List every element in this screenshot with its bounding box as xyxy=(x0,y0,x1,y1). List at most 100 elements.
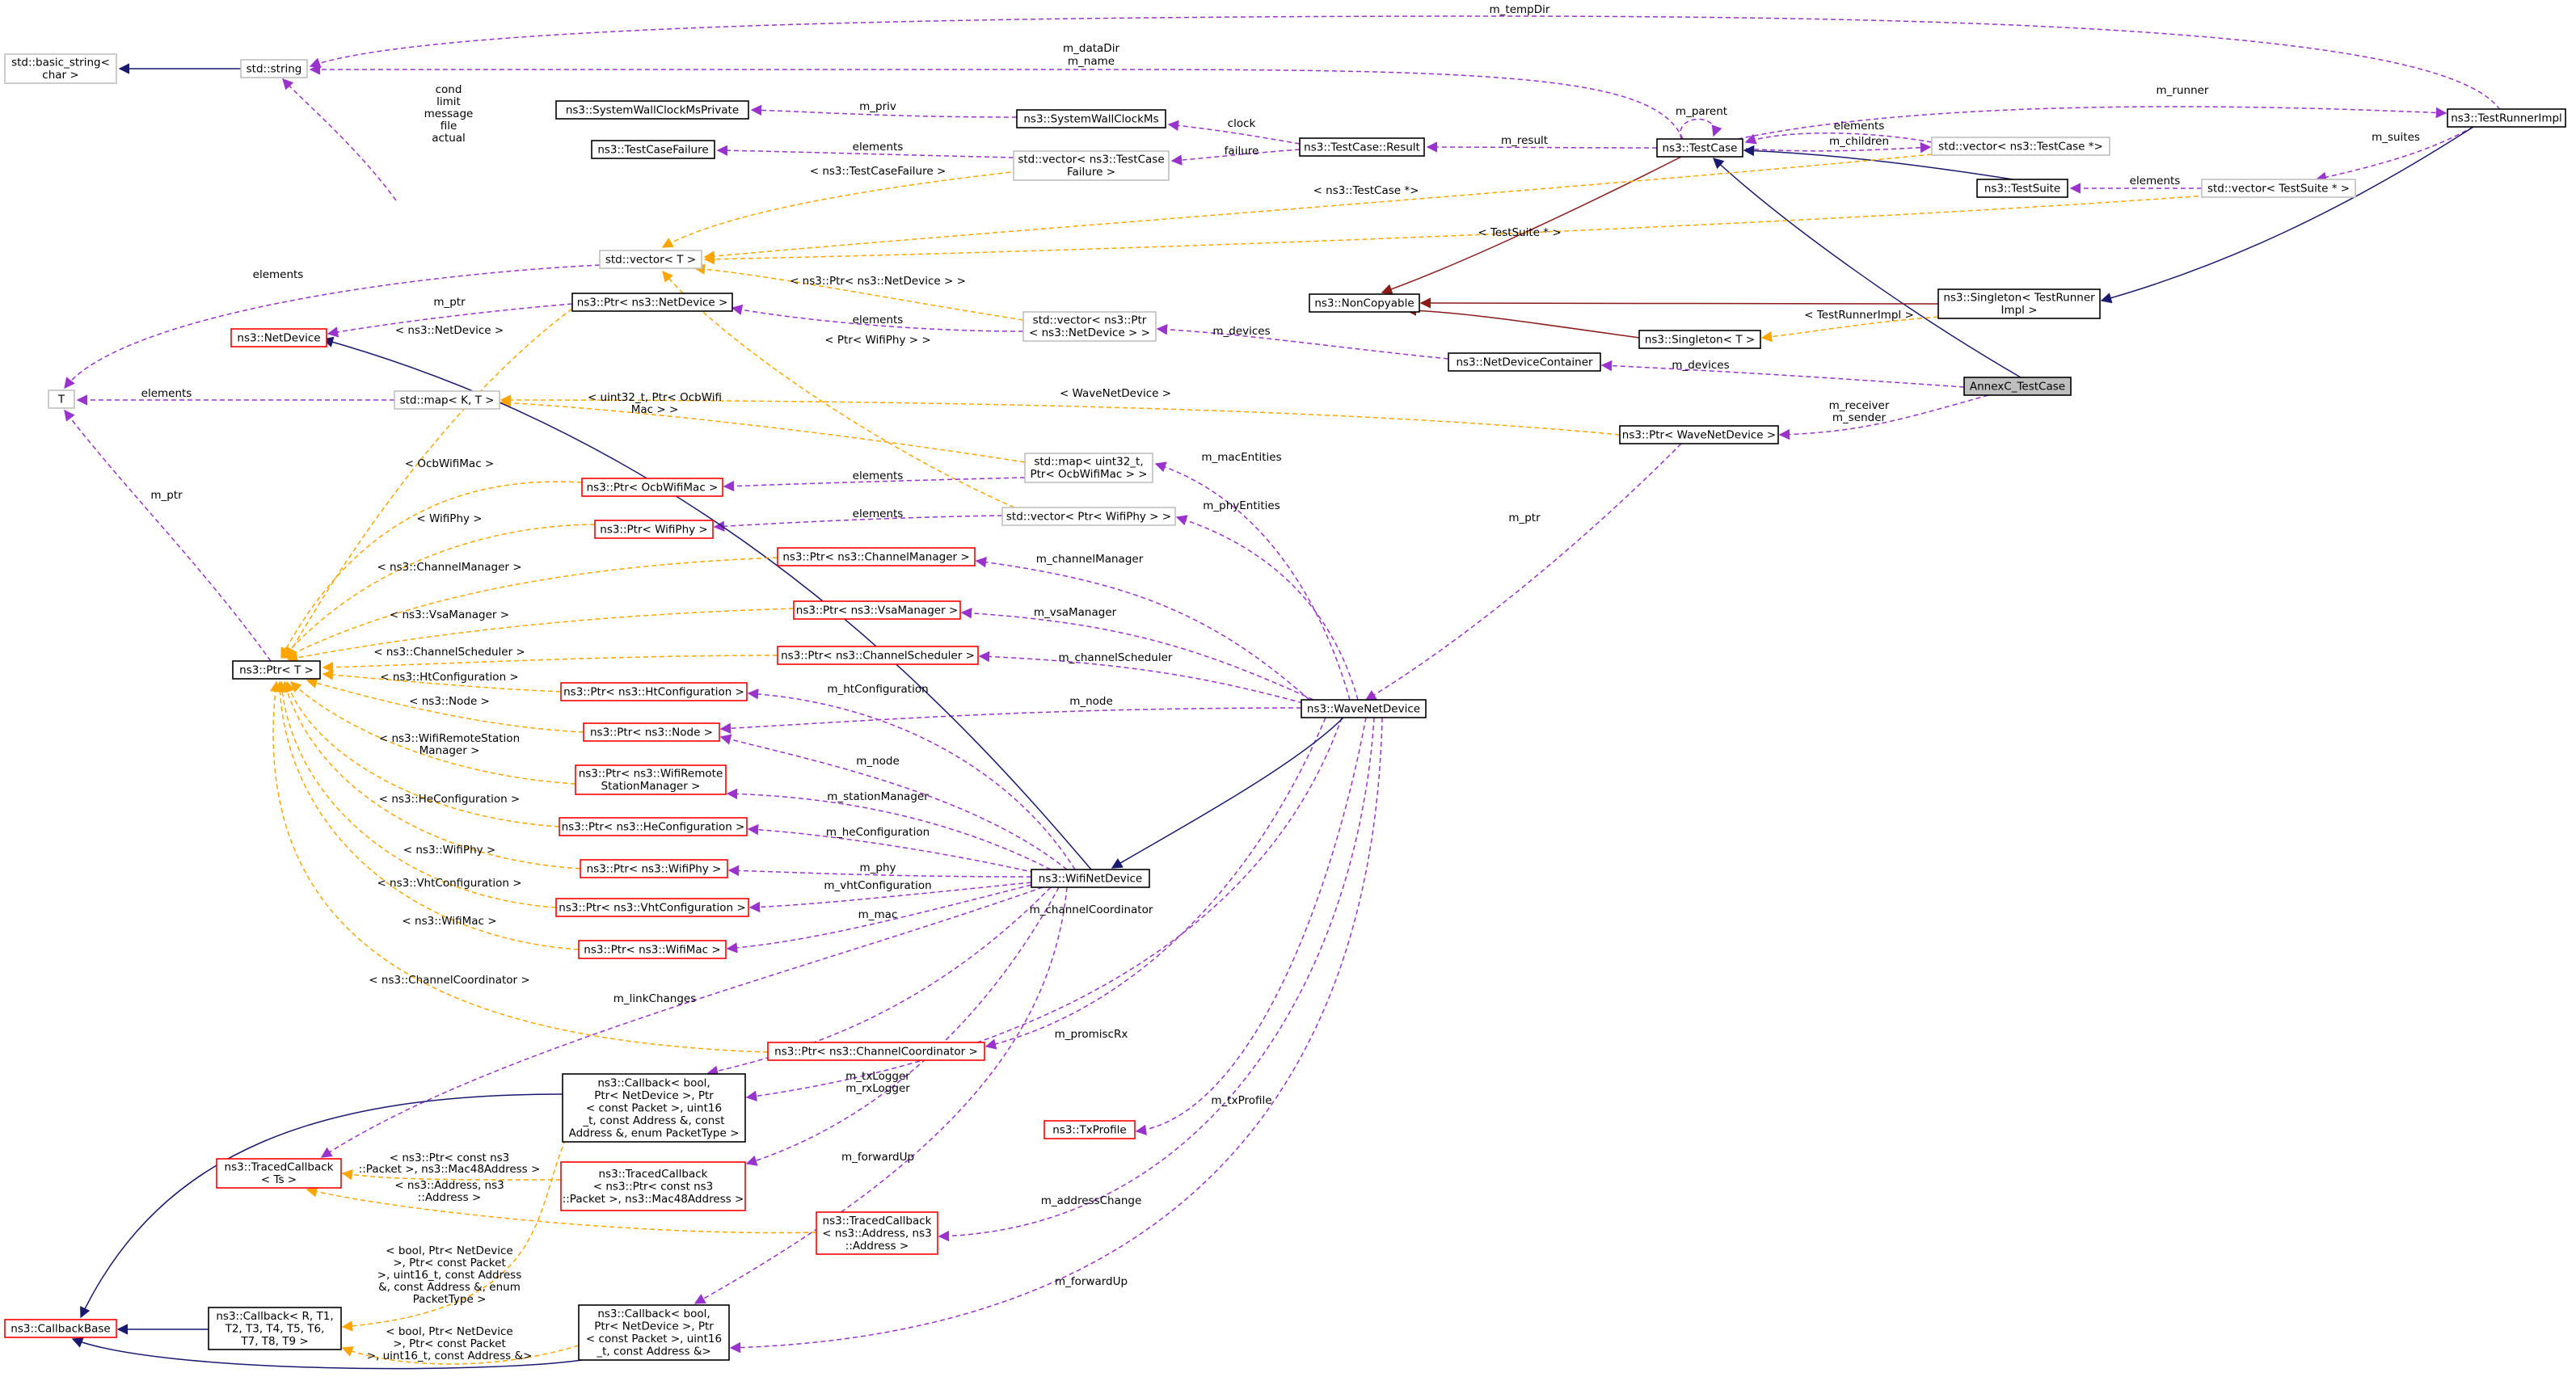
edge-e-mapKT-ocb xyxy=(500,397,1026,463)
class-node-wifinetdev[interactable]: ns3::WifiNetDevice xyxy=(1031,869,1150,888)
class-node-ptr-chmgr[interactable]: ns3::Ptr< ns3::ChannelManager > xyxy=(777,547,976,566)
edge-e-ht xyxy=(747,688,1076,870)
edge-e-noncopy-srunner xyxy=(1419,297,1939,309)
edge-label: < ns3::NetDevice > xyxy=(395,324,504,337)
class-node-sys-priv[interactable]: ns3::SystemWallClockMsPrivate xyxy=(555,100,749,120)
edge-label: ::Address > xyxy=(418,1191,481,1204)
class-node-tc-failure[interactable]: ns3::TestCaseFailure xyxy=(591,140,715,159)
node-label: ns3::TestRunnerImpl xyxy=(2451,112,2562,124)
node-label: ns3::Ptr< ns3::WifiPhy > xyxy=(587,862,722,875)
edge-e-single-runner xyxy=(2100,126,2474,304)
edge-label: ::Packet >, ns3::Mac48Address > xyxy=(359,1163,541,1176)
class-node-wave[interactable]: ns3::WaveNetDevice xyxy=(1301,699,1427,718)
edge-e-T-mptr xyxy=(64,409,272,662)
edge-e-result xyxy=(1426,141,1658,153)
node-label: ns3::Ptr< ns3::WifiMac > xyxy=(584,943,720,956)
class-node-txprofile[interactable]: ns3::TxProfile xyxy=(1043,1120,1136,1139)
edge-label: m_addressChange xyxy=(1041,1194,1142,1207)
class-node-ptr-chcoord[interactable]: ns3::Ptr< ns3::ChannelCoordinator > xyxy=(767,1042,985,1061)
class-node-singleton-T[interactable]: ns3::Singleton< T > xyxy=(1638,330,1761,349)
class-node-testcase[interactable]: ns3::TestCase xyxy=(1656,138,1743,158)
class-node-annexc[interactable]: AnnexC_TestCase xyxy=(1963,377,2072,396)
edge-label: < TestRunnerImpl > xyxy=(1804,309,1914,322)
edge-label: < uint32_t, Ptr< OcbWifi xyxy=(588,391,722,404)
class-node-tc-result[interactable]: ns3::TestCase::Result xyxy=(1299,137,1425,157)
class-node-ptr-wifiphy2[interactable]: ns3::Ptr< ns3::WifiPhy > xyxy=(580,859,728,878)
class-node-cb-fwd[interactable]: ns3::Callback< bool,Ptr< NetDevice >, Pt… xyxy=(578,1304,730,1361)
node-label: char > xyxy=(42,69,78,82)
class-node-ptr-wave[interactable]: ns3::Ptr< WaveNetDevice > xyxy=(1619,425,1779,444)
node-label: ::Packet >, ns3::Mac48Address > xyxy=(563,1193,744,1206)
node-label: ns3::Singleton< TestRunner xyxy=(1943,292,2095,305)
class-node-ptr-vsa[interactable]: ns3::Ptr< ns3::VsaManager > xyxy=(793,600,961,620)
node-label: ns3::TracedCallback xyxy=(823,1215,932,1227)
class-node-traced-pkt[interactable]: ns3::TracedCallback< ns3::Ptr< const ns3… xyxy=(560,1161,746,1211)
node-label: std::vector< TestSuite * > xyxy=(2207,182,2350,195)
edge-e-tc-noncopy xyxy=(1381,156,1682,295)
node-label: ns3::TestCase::Result xyxy=(1304,141,1420,154)
class-node-ptr-node[interactable]: ns3::Ptr< ns3::Node > xyxy=(583,722,720,742)
node-label: std::vector< ns3::TestCase xyxy=(1018,154,1164,166)
class-node-traced-ts[interactable]: ns3::TracedCallback< Ts > xyxy=(216,1158,342,1189)
node-label: < const Packet >, uint16 xyxy=(586,1333,722,1345)
node-label: ns3::Ptr< ns3::WifiRemote xyxy=(579,768,723,781)
edge-label: m_channelScheduler xyxy=(1059,651,1173,664)
edge-label: < bool, Ptr< NetDevice xyxy=(386,1244,512,1257)
class-node-ptr-heconf[interactable]: ns3::Ptr< ns3::HeConfiguration > xyxy=(559,817,748,836)
node-label: T2, T3, T4, T5, T6, xyxy=(225,1322,325,1335)
edge-label: < ns3::HtConfiguration > xyxy=(380,671,518,684)
class-node-ptr-htconf[interactable]: ns3::Ptr< ns3::HtConfiguration > xyxy=(560,682,748,701)
class-node-ptr-wifimac[interactable]: ns3::Ptr< ns3::WifiMac > xyxy=(578,940,727,959)
node-label: ns3::Ptr< ns3::VhtConfiguration > xyxy=(559,901,745,914)
node-label: ns3::Ptr< ns3::HeConfiguration > xyxy=(562,820,745,833)
edge-label: &, const Address &, enum xyxy=(378,1281,521,1294)
class-node-basic-string: std::basic_string<char > xyxy=(4,53,117,84)
node-label: < ns3::NetDevice > > xyxy=(1029,326,1150,339)
class-node-vec-ts: std::vector< TestSuite * > xyxy=(2201,179,2356,198)
class-node-testsuite[interactable]: ns3::TestSuite xyxy=(1976,179,2068,198)
class-node-ptr-netdev[interactable]: ns3::Ptr< ns3::NetDevice > xyxy=(571,293,733,312)
edge-label: m_heConfiguration xyxy=(826,826,930,839)
class-node-ptr-chsched[interactable]: ns3::Ptr< ns3::ChannelScheduler > xyxy=(777,646,979,665)
edge-label: m_children xyxy=(1829,135,1889,148)
class-node-ptr-T[interactable]: ns3::Ptr< T > xyxy=(232,660,321,680)
edge-label: < TestSuite * > xyxy=(1478,226,1561,239)
class-node-ndc[interactable]: ns3::NetDeviceContainer xyxy=(1448,352,1601,372)
edge-label: Mac > > xyxy=(631,403,679,416)
edge-label: m_devices xyxy=(1672,359,1729,372)
edge-label: m_forwardUp xyxy=(841,1151,914,1164)
edge-e-vecT-ts xyxy=(703,195,2207,265)
edge-e-ptrT-chmgr xyxy=(283,557,778,659)
class-node-runner[interactable]: ns3::TestRunnerImpl xyxy=(2447,108,2566,128)
class-node-singleton-runner[interactable]: ns3::Singleton< TestRunnerImpl > xyxy=(1937,288,2101,319)
class-node-ptr-vhtconf[interactable]: ns3::Ptr< ns3::VhtConfiguration > xyxy=(555,898,749,917)
node-label: std::vector< Ptr< WifiPhy > > xyxy=(1006,510,1171,523)
edge-label: elements xyxy=(853,141,904,154)
class-node-noncopyable[interactable]: ns3::NonCopyable xyxy=(1309,293,1420,313)
node-label: StationManager > xyxy=(601,780,701,793)
edge-e-devices2 xyxy=(1600,360,1965,388)
edge-e-addrchange xyxy=(938,717,1375,1242)
class-node-ptr-wrsm[interactable]: ns3::Ptr< ns3::WifiRemoteStationManager … xyxy=(575,764,727,795)
class-node-cbbase[interactable]: ns3::CallbackBase xyxy=(4,1319,117,1338)
edge-label: < ns3::WifiMac > xyxy=(402,915,496,928)
node-label: ns3::SystemWallClockMsPrivate xyxy=(566,103,739,116)
class-node-cb-promisc[interactable]: ns3::Callback< bool,Ptr< NetDevice >, Pt… xyxy=(562,1073,746,1143)
edge-label: m_runner xyxy=(2157,84,2209,97)
class-node-ptr-wifiphy[interactable]: ns3::Ptr< WifiPhy > xyxy=(594,520,714,539)
class-node-traced-addr[interactable]: ns3::TracedCallback< ns3::Address, ns3::… xyxy=(816,1211,938,1255)
edge-label: file xyxy=(441,120,457,133)
class-node-netdevice[interactable]: ns3::NetDevice xyxy=(230,328,327,347)
edge-e-ptrwave-mptr xyxy=(1364,443,1682,701)
edge-label: < ns3::VsaManager > xyxy=(390,608,509,621)
node-label: ns3::NetDevice xyxy=(237,331,320,344)
edge-e-txrxlogger xyxy=(745,886,1060,1166)
class-node-sys-clock[interactable]: ns3::SystemWallClockMs xyxy=(1016,109,1166,128)
node-label: ns3::Callback< R, T1, xyxy=(216,1310,333,1323)
class-node-cb-generic[interactable]: ns3::Callback< R, T1,T2, T3, T4, T5, T6,… xyxy=(208,1307,342,1350)
edge-e-vecT-elements xyxy=(64,264,601,390)
node-label: ns3::Ptr< ns3::HtConfiguration > xyxy=(563,685,744,698)
edge-label: m_dataDir xyxy=(1063,42,1119,55)
class-node-ptr-ocb[interactable]: ns3::Ptr< OcbWifiMac > xyxy=(581,478,723,497)
edge-label: m_node xyxy=(856,755,900,768)
